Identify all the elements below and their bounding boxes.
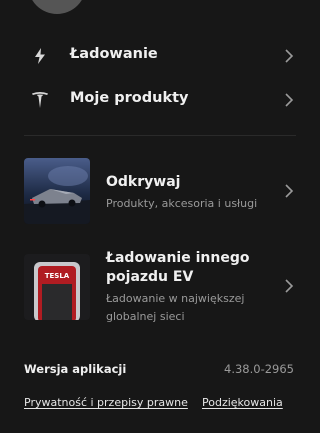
thumbnail-brand-text: TESLA — [45, 272, 70, 280]
chevron-right-icon — [285, 184, 294, 198]
card-discover[interactable]: Odkrywaj Produkty, akcesoria i usługi — [0, 158, 320, 228]
card-charge-other-ev-title-line1: Ładowanie innego — [106, 250, 250, 266]
avatar[interactable] — [28, 0, 86, 14]
chevron-right-icon — [285, 279, 294, 293]
supercharger-thumbnail: TESLA — [24, 254, 90, 320]
privacy-legal-link[interactable]: Prywatność i przepisy prawne — [24, 396, 188, 409]
card-charge-other-ev-title-line2: pojazdu EV — [106, 269, 194, 285]
menu-item-charging[interactable]: Ładowanie — [0, 34, 320, 78]
acknowledgements-link[interactable]: Podziękowania — [202, 396, 283, 409]
card-discover-subtitle: Produkty, akcesoria i usługi — [106, 197, 258, 210]
menu-item-my-products-label: Moje produkty — [70, 90, 189, 106]
card-charge-other-ev-subtitle-line2: globalnej sieci — [106, 310, 185, 323]
chevron-right-icon — [285, 93, 294, 107]
app-version-value: 4.38.0-2965 — [224, 362, 294, 376]
card-charge-other-ev[interactable]: TESLA Ładowanie innego pojazdu EV Ładowa… — [0, 250, 320, 331]
menu-item-my-products[interactable]: Moje produkty — [0, 78, 320, 122]
discover-thumbnail — [24, 158, 90, 224]
card-discover-title: Odkrywaj — [106, 174, 181, 190]
card-charge-other-ev-subtitle-line1: Ładowanie w największej — [106, 292, 245, 305]
divider — [24, 135, 296, 136]
menu-item-charging-label: Ładowanie — [70, 46, 158, 62]
chevron-right-icon — [285, 49, 294, 63]
bolt-icon — [35, 48, 45, 64]
tesla-logo-icon — [32, 92, 48, 108]
app-version-label: Wersja aplikacji — [24, 362, 127, 376]
